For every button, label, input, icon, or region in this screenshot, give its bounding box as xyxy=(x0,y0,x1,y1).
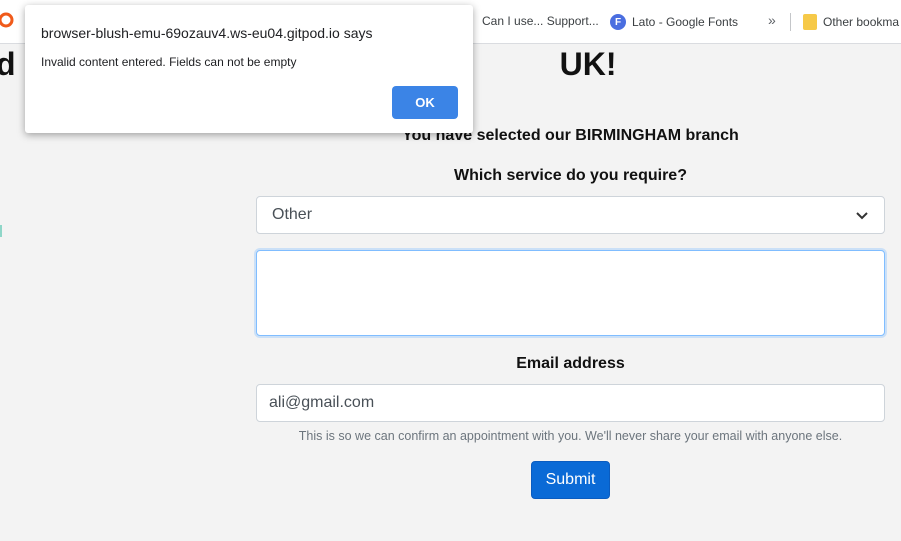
email-help-text: This is so we can confirm an appointment… xyxy=(298,429,843,443)
bookmarks-divider xyxy=(790,13,791,31)
alert-dialog: browser-blush-emu-69ozauv4.ws-eu04.gitpo… xyxy=(25,5,473,133)
email-label: Email address xyxy=(516,355,625,372)
submit-button[interactable]: Submit xyxy=(531,461,610,499)
service-select-value: Other xyxy=(272,206,313,223)
left-edge-marker xyxy=(0,225,2,237)
bookmark-other-label: Other bookma xyxy=(823,15,900,29)
bookmark-lato-fonts[interactable]: F Lato - Google Fonts xyxy=(610,14,738,30)
email-field-value: ali@gmail.com xyxy=(269,394,375,411)
bookmark-caniuse-label: Can I use... Support... xyxy=(482,14,599,28)
email-field[interactable]: ali@gmail.com xyxy=(256,384,885,422)
app-logo-icon[interactable] xyxy=(0,11,18,29)
bookmark-caniuse[interactable]: Can I use... Support... xyxy=(482,14,599,28)
chevron-down-icon xyxy=(856,212,868,220)
bookmark-other-folder[interactable]: Other bookma xyxy=(803,14,899,30)
dialog-title: browser-blush-emu-69ozauv4.ws-eu04.gitpo… xyxy=(41,25,373,41)
bookmarks-overflow-button[interactable]: » xyxy=(768,12,776,28)
google-fonts-icon: F xyxy=(610,14,626,30)
bookmark-lato-label: Lato - Google Fonts xyxy=(632,15,739,29)
ok-button[interactable]: OK xyxy=(392,86,458,119)
folder-icon xyxy=(803,14,817,30)
service-label: Which service do you require? xyxy=(454,167,687,184)
service-select[interactable]: Other xyxy=(256,196,885,234)
details-textarea[interactable] xyxy=(256,250,885,336)
dialog-message: Invalid content entered. Fields can not … xyxy=(41,55,297,69)
